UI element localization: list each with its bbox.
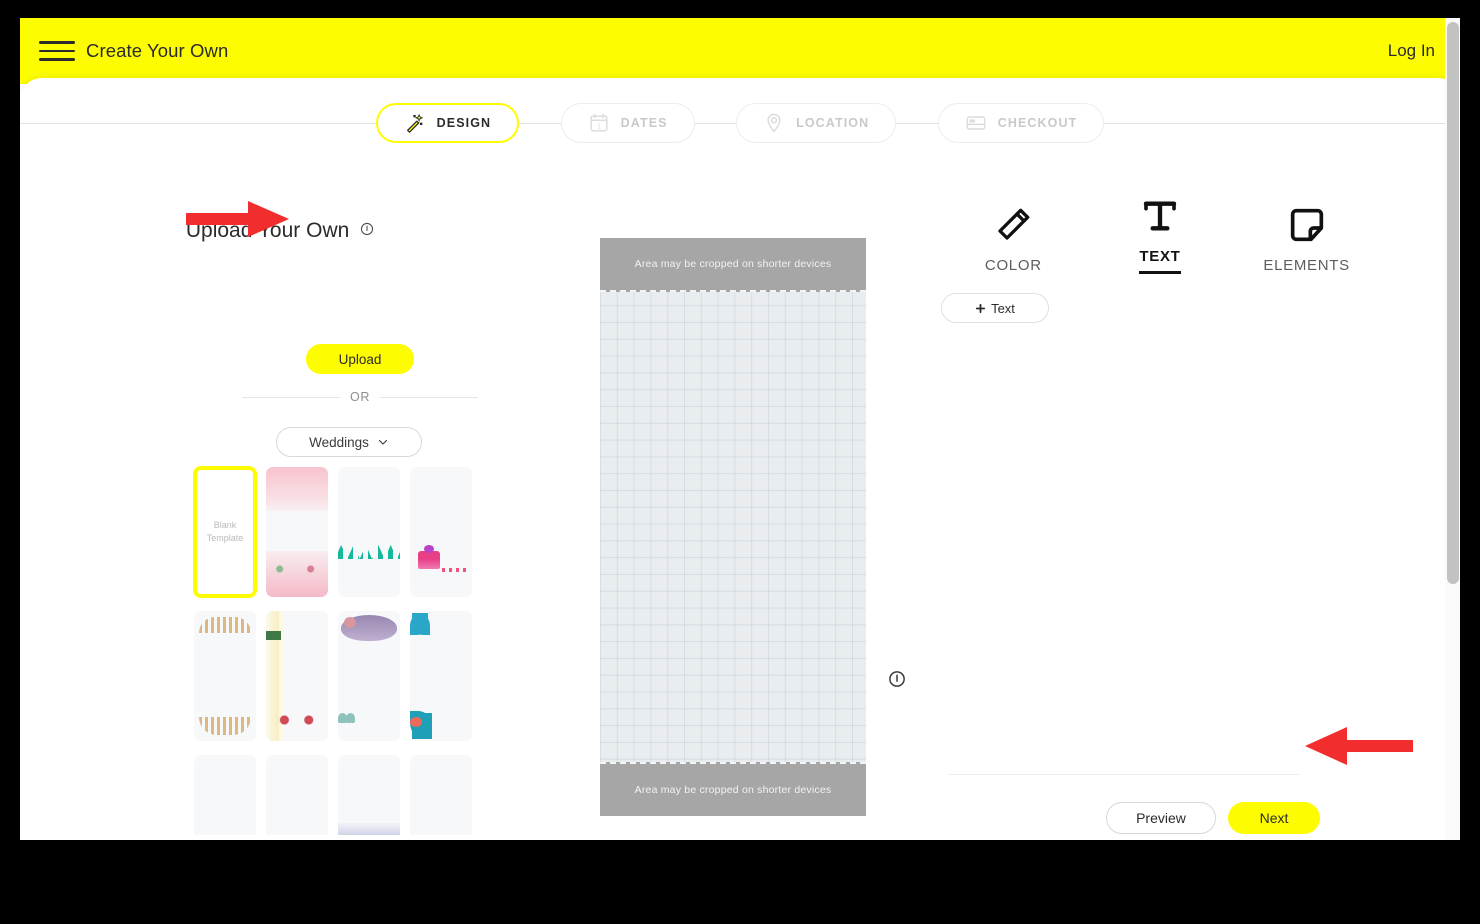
template-thumb-pink-floral-gradient[interactable] (266, 467, 328, 597)
panel-divider (948, 774, 1300, 775)
pen-icon (998, 208, 1030, 240)
step-dates[interactable]: 1 DATES (560, 103, 695, 143)
credit-card-icon (966, 116, 986, 130)
action-button-row: Preview Next (940, 802, 1320, 834)
template-thumb-gold-lace-frame[interactable] (194, 611, 256, 741)
thumb-art (338, 713, 347, 723)
thumb-art (266, 631, 276, 640)
design-canvas[interactable] (600, 238, 866, 816)
template-thumb-purple-floral-arch[interactable] (338, 611, 400, 741)
thumb-art (266, 467, 328, 511)
divider-rule-left (242, 396, 341, 398)
tab-elements[interactable]: ELEMENTS (1247, 205, 1367, 274)
svg-text:1: 1 (597, 122, 601, 131)
page-title: Create Your Own (86, 40, 229, 61)
step-checkout-label: CHECKOUT (997, 116, 1078, 130)
or-divider: OR (242, 390, 479, 404)
thumb-art (199, 717, 251, 735)
sticker-square-icon (1290, 208, 1323, 242)
step-checkout[interactable]: CHECKOUT (937, 103, 1105, 143)
template-thumb-cream-curtain-roses[interactable] (266, 611, 328, 741)
step-navigation: DESIGN 1 DATES LOCATION CHECKOUT (20, 93, 1460, 153)
template-grid: Blank Template (192, 463, 512, 835)
thumb-art (442, 568, 468, 572)
bottom-crop-warning-band: Area may be cropped on shorter devices (600, 762, 866, 816)
page-scrollbar-thumb[interactable] (1447, 22, 1459, 584)
upload-section-title-text: Upload Your Own (185, 219, 350, 242)
info-icon[interactable] (360, 218, 374, 242)
map-pin-icon (767, 113, 781, 133)
template-thumb-blank[interactable]: Blank Template (194, 467, 256, 597)
add-text-button[interactable]: Text (941, 293, 1049, 323)
template-thumb-pink-mandala[interactable] (194, 755, 256, 835)
log-in-link[interactable]: Log In (1388, 18, 1435, 84)
step-connector (20, 122, 376, 124)
category-dropdown-value: Weddings (309, 434, 369, 450)
canvas-panel: Area may be cropped on shorter devices A… (540, 158, 940, 840)
top-crop-warning-band: Area may be cropped on shorter devices (600, 238, 866, 292)
step-design-label: DESIGN (436, 116, 492, 130)
step-connector (896, 122, 938, 124)
calendar-icon: 1 (590, 113, 608, 132)
step-design[interactable]: DESIGN (375, 103, 520, 143)
thumb-art (346, 713, 355, 723)
thumb-art (276, 715, 318, 725)
canvas-info-circle-icon[interactable] (888, 670, 906, 693)
tab-text-label: TEXT (1139, 248, 1181, 274)
top-header-bar: Create Your Own Log In (20, 18, 1460, 84)
thumb-art (344, 617, 356, 628)
step-connector (519, 122, 561, 124)
template-thumb-navy-heart-polka[interactable] (338, 755, 400, 835)
category-dropdown[interactable]: Weddings (276, 427, 422, 457)
thumb-art (266, 563, 328, 575)
thumb-art (338, 823, 400, 835)
app-viewport: Create Your Own Log In DESIGN 1 DATES LO… (20, 18, 1460, 840)
design-canvas-wrapper[interactable]: Area may be cropped on shorter devices A… (600, 238, 866, 816)
text-t-icon (1143, 201, 1177, 231)
tab-text[interactable]: TEXT (1100, 196, 1220, 274)
thumb-art (410, 717, 422, 727)
next-button[interactable]: Next (1228, 802, 1320, 834)
editor-body: Upload Your Own Upload OR Weddings Blank… (20, 158, 1460, 840)
chevron-down-icon (378, 439, 387, 445)
template-thumb-pink-cake-confetti[interactable] (410, 467, 472, 597)
hamburger-menu-icon[interactable] (39, 38, 75, 64)
step-dates-label: DATES (620, 116, 668, 130)
template-panel: Upload Your Own Upload OR Weddings Blank… (20, 158, 540, 840)
tab-color-label: COLOR (984, 257, 1042, 274)
plus-icon (975, 303, 986, 313)
template-thumb-blue-red-floral-spray[interactable] (410, 755, 472, 835)
template-list-scroll[interactable]: Blank Template (192, 463, 512, 835)
upload-section-title: Upload Your Own (20, 218, 540, 243)
template-thumb-teal-tropical-leaves[interactable] (410, 611, 472, 741)
preview-button[interactable]: Preview (1106, 802, 1216, 834)
step-connector (694, 122, 737, 124)
tool-tab-bar: COLOR TEXT ELEMENTS (940, 196, 1380, 274)
divider-rule-right (379, 396, 479, 398)
template-thumb-lantern-and-roses[interactable] (266, 755, 328, 835)
add-text-button-label: Text (991, 300, 1015, 316)
magic-wand-icon (406, 113, 423, 133)
template-thumb-teal-diamond-border[interactable] (338, 467, 400, 597)
step-location-label: LOCATION (796, 116, 870, 130)
thumb-art (199, 617, 251, 633)
thumb-art (424, 545, 434, 553)
content-sheet: DESIGN 1 DATES LOCATION CHECKOUT Upload … (20, 78, 1460, 840)
or-label: OR (350, 390, 370, 404)
tools-panel: COLOR TEXT ELEMENTS Text Preview Next (940, 158, 1460, 840)
tab-color[interactable]: COLOR (953, 205, 1073, 274)
tab-elements-label: ELEMENTS (1263, 257, 1350, 274)
thumb-art (418, 551, 440, 569)
blank-template-label: Blank Template (206, 520, 244, 543)
step-location[interactable]: LOCATION (736, 103, 897, 143)
upload-button[interactable]: Upload (306, 344, 414, 374)
step-connector (1104, 122, 1460, 124)
thumb-art (338, 545, 400, 559)
